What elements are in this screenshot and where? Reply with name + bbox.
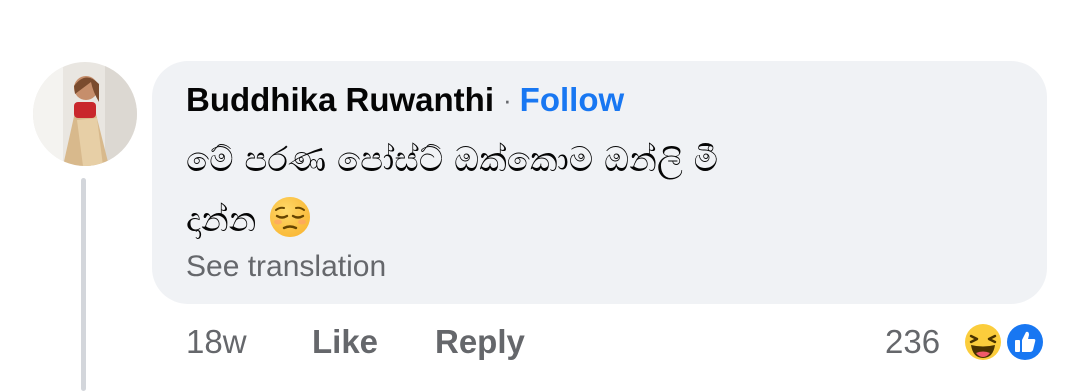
separator-dot: · [503, 84, 512, 115]
see-translation-link[interactable]: See translation [186, 247, 386, 287]
reaction-count[interactable]: 236 [885, 320, 940, 364]
comment-header: Buddhika Ruwanthi · Follow [186, 78, 624, 122]
timestamp[interactable]: 18w [186, 320, 247, 364]
author-name[interactable]: Buddhika Ruwanthi [186, 81, 494, 119]
haha-icon[interactable] [962, 321, 1004, 363]
comment-text-line: මේ පරණ පෝස්ට් ඔක්කොම ඔන්ලි මී [186, 140, 719, 180]
thread-line [81, 178, 86, 391]
like-button[interactable]: Like [312, 320, 378, 364]
reply-button[interactable]: Reply [435, 320, 525, 364]
comment-text: මේ පරණ පෝස්ට් ඔක්කොම ඔන්ලි මී දාන්න [186, 130, 1006, 258]
avatar[interactable] [33, 62, 137, 166]
like-icon[interactable] [1004, 321, 1046, 363]
follow-button[interactable]: Follow [520, 81, 624, 119]
comment-text-fragment: දාන්න [186, 200, 257, 240]
